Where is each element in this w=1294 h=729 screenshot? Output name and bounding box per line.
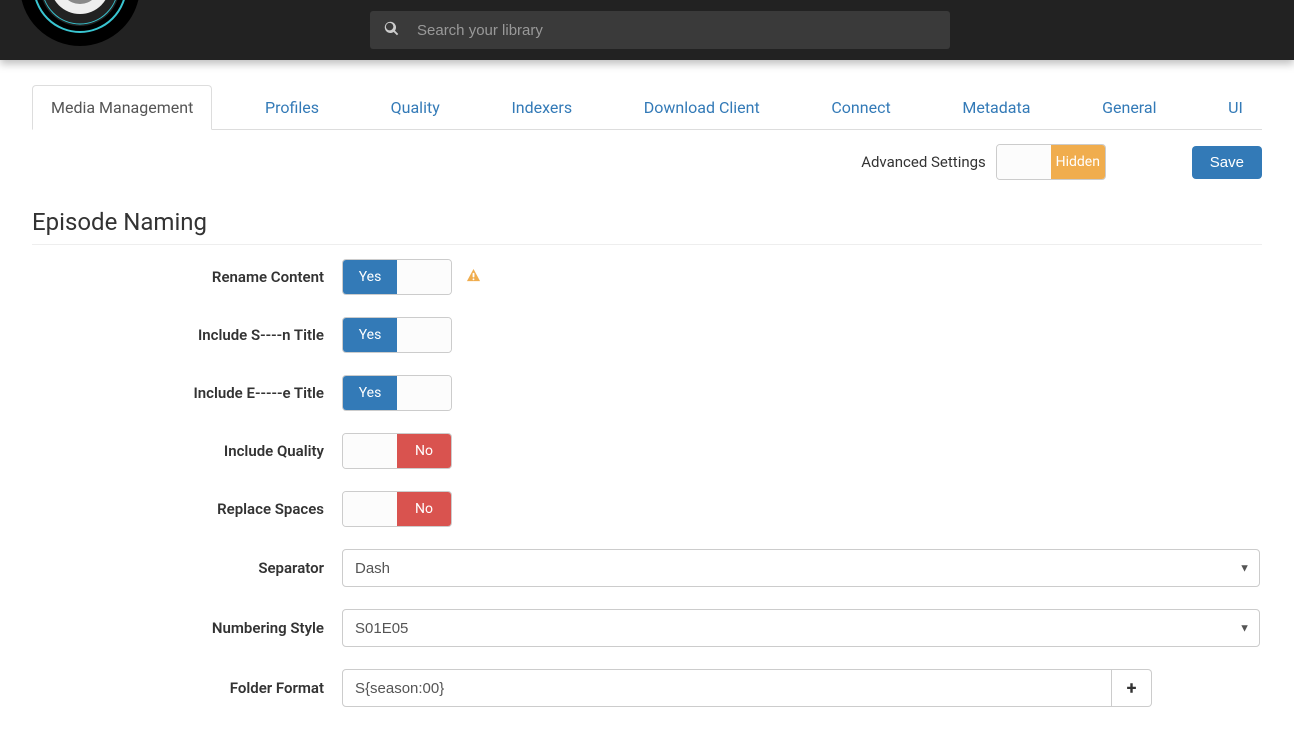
label-folder-format: Folder Format <box>32 679 342 697</box>
toggle-include-s-title[interactable]: Yes <box>342 317 452 353</box>
tab-download-client[interactable]: Download Client <box>625 85 779 130</box>
settings-bar: Advanced Settings Hidden Save <box>32 144 1262 180</box>
row-include-s-title: Include S----n Title Yes <box>32 317 1262 353</box>
episode-naming-form: Rename Content Yes Include S----n Title … <box>32 259 1262 707</box>
toggle-yes: Yes <box>343 318 397 352</box>
row-folder-format: Folder Format + <box>32 669 1262 707</box>
toggle-include-e-title[interactable]: Yes <box>342 375 452 411</box>
label-rename-content: Rename Content <box>32 268 342 286</box>
advanced-settings-hidden: Hidden <box>1051 145 1105 179</box>
label-include-e-title: Include E-----e Title <box>32 384 342 402</box>
label-include-quality: Include Quality <box>32 442 342 460</box>
tab-profiles[interactable]: Profiles <box>246 85 338 130</box>
label-numbering-style: Numbering Style <box>32 619 342 637</box>
advanced-settings-toggle[interactable]: Hidden <box>996 144 1106 180</box>
row-numbering-style: Numbering Style S01E05 ▼ <box>32 609 1262 647</box>
toggle-no <box>397 260 451 294</box>
input-folder-format[interactable] <box>342 669 1112 707</box>
settings-tabs: Media Management Profiles Quality Indexe… <box>32 84 1262 130</box>
label-replace-spaces: Replace Spaces <box>32 500 342 518</box>
search-bar[interactable] <box>370 11 950 49</box>
top-bar <box>0 0 1294 60</box>
select-separator[interactable]: Dash <box>342 549 1260 587</box>
toggle-no <box>397 376 451 410</box>
toggle-yes: Yes <box>343 376 397 410</box>
tab-ui[interactable]: UI <box>1209 85 1262 130</box>
select-numbering-style[interactable]: S01E05 <box>342 609 1260 647</box>
toggle-no <box>397 318 451 352</box>
tab-metadata[interactable]: Metadata <box>943 85 1049 130</box>
row-include-e-title: Include E-----e Title Yes <box>32 375 1262 411</box>
app-logo <box>20 0 140 46</box>
tab-general[interactable]: General <box>1083 85 1175 130</box>
tab-connect[interactable]: Connect <box>812 85 909 130</box>
save-button[interactable]: Save <box>1192 146 1262 179</box>
add-token-button[interactable]: + <box>1112 669 1152 707</box>
toggle-yes: Yes <box>343 260 397 294</box>
toggle-yes <box>343 492 397 526</box>
plus-icon: + <box>1127 678 1137 699</box>
search-icon <box>384 21 399 40</box>
toggle-include-quality[interactable]: No <box>342 433 452 469</box>
search-input[interactable] <box>417 22 936 39</box>
advanced-settings-shown <box>997 145 1051 179</box>
advanced-settings-label: Advanced Settings <box>861 153 986 171</box>
warning-icon <box>466 268 481 287</box>
label-include-s-title: Include S----n Title <box>32 326 342 344</box>
tab-media-management[interactable]: Media Management <box>32 85 212 130</box>
toggle-yes <box>343 434 397 468</box>
toggle-rename-content[interactable]: Yes <box>342 259 452 295</box>
row-rename-content: Rename Content Yes <box>32 259 1262 295</box>
label-separator: Separator <box>32 559 342 577</box>
toggle-no: No <box>397 492 451 526</box>
toggle-no: No <box>397 434 451 468</box>
section-title: Episode Naming <box>32 208 1262 245</box>
row-separator: Separator Dash ▼ <box>32 549 1262 587</box>
row-include-quality: Include Quality No <box>32 433 1262 469</box>
tab-indexers[interactable]: Indexers <box>492 85 591 130</box>
toggle-replace-spaces[interactable]: No <box>342 491 452 527</box>
row-replace-spaces: Replace Spaces No <box>32 491 1262 527</box>
tab-quality[interactable]: Quality <box>372 85 459 130</box>
